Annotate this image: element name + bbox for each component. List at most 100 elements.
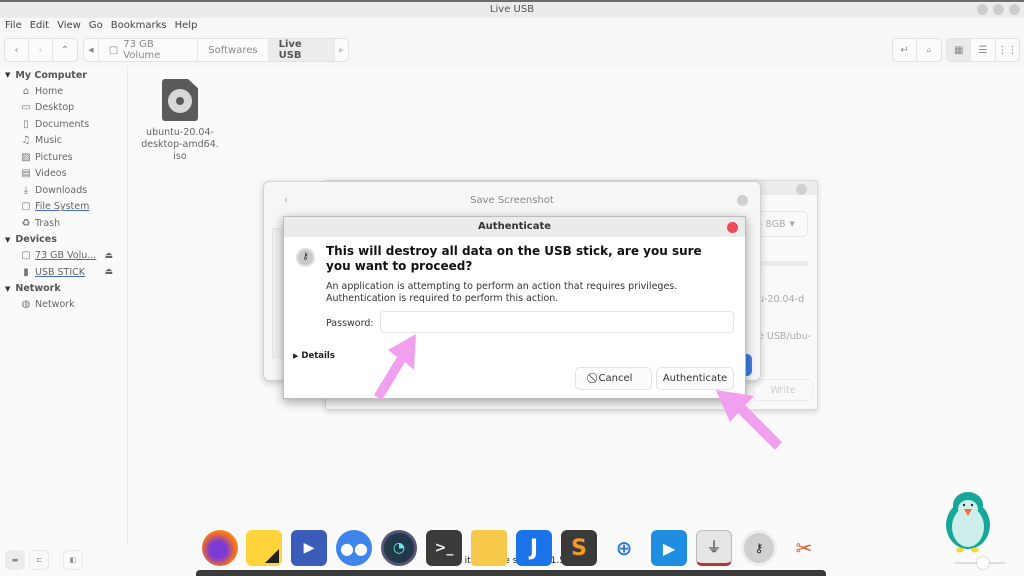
dock-sticky-notes-icon[interactable]: [246, 530, 282, 566]
sidebar-item-pictures[interactable]: ▨ Pictures: [0, 149, 127, 166]
up-button[interactable]: ⌃: [53, 39, 77, 61]
breadcrumb-scroll-left[interactable]: ◀: [84, 39, 99, 61]
file-name-line: ubuntu-20.04-: [146, 127, 214, 138]
dock-speedometer-icon[interactable]: ◔: [381, 530, 417, 566]
sidebar-item-music[interactable]: ♫ Music: [0, 133, 127, 150]
menubar: File Edit View Go Bookmarks Help: [0, 18, 1024, 34]
sidebar-section-my-computer[interactable]: ▼ My Computer: [0, 67, 127, 83]
file-name-line: iso: [173, 151, 187, 162]
tree-icon: ⊏: [36, 556, 42, 564]
folder-icon: ▬: [11, 556, 19, 564]
sidebar-toggle-button[interactable]: ◧: [63, 550, 83, 570]
network-icon: ◍: [21, 299, 31, 311]
dock-sublime-text-icon[interactable]: S: [561, 530, 597, 566]
places-toggle-button[interactable]: ▬: [5, 550, 25, 570]
password-field[interactable]: [380, 311, 734, 333]
back-button[interactable]: ‹: [5, 39, 29, 61]
dock-terminal-icon[interactable]: >_: [426, 530, 462, 566]
sidebar-item-73gb-volume[interactable]: ▢ 73 GB Volu... ⏏: [0, 248, 127, 265]
dialog-title: Authenticate: [477, 221, 552, 232]
menu-view[interactable]: View: [57, 18, 81, 34]
save-screenshot-title: Save Screenshot: [470, 195, 554, 206]
window-close-button[interactable]: [737, 195, 748, 206]
annotation-arrow-authenticate: [716, 390, 782, 450]
dialog-close-button[interactable]: [727, 222, 738, 233]
list-icon: ☰: [978, 44, 988, 56]
minimize-button[interactable]: [977, 4, 988, 15]
compact-view-button[interactable]: ⋮⋮: [996, 39, 1019, 61]
dock-keyring-icon[interactable]: ⚷: [741, 530, 777, 566]
home-icon: ⌂: [22, 85, 30, 97]
dock-media-player-icon[interactable]: ▶: [651, 530, 687, 566]
search-button[interactable]: ⌕: [917, 39, 941, 61]
location-icon: ↵: [900, 44, 909, 56]
sidebar-item-file-system[interactable]: ▢ File System: [0, 199, 127, 216]
documents-icon: ▯: [23, 118, 29, 130]
authenticate-dialog: Authenticate ⚷ This will destroy all dat…: [283, 216, 746, 399]
breadcrumb-scroll-right[interactable]: ▶: [335, 39, 348, 61]
window-close-button[interactable]: [796, 184, 807, 195]
chevron-right-icon: ›: [38, 44, 43, 56]
save-screenshot-header: ‹ Save Screenshot: [264, 182, 760, 220]
menu-edit[interactable]: Edit: [30, 18, 49, 34]
sidebar-item-documents[interactable]: ▯ Documents: [0, 116, 127, 133]
sidebar-item-downloads[interactable]: ⤓ Downloads: [0, 182, 127, 199]
view-mode-group: ▦ ☰ ⋮⋮: [946, 38, 1020, 62]
details-expander[interactable]: ▶ Details: [293, 351, 335, 361]
breadcrumb-item-volume[interactable]: ▢ 73 GB Volume: [99, 39, 199, 61]
close-button[interactable]: [1009, 4, 1020, 15]
menu-go[interactable]: Go: [89, 18, 103, 34]
sidebar-item-usb-stick[interactable]: ▮ USB STICK ⏏: [0, 264, 127, 281]
menu-bookmarks[interactable]: Bookmarks: [111, 18, 167, 34]
dialog-message: An application is attempting to perform …: [326, 281, 678, 304]
tree-toggle-button[interactable]: ⊏: [29, 550, 49, 570]
chevron-left-icon: ‹: [14, 44, 19, 56]
sidebar-item-videos[interactable]: ▤ Videos: [0, 166, 127, 183]
source-path-text: e USB/ubu-: [758, 331, 812, 342]
dock-discord-icon[interactable]: ●●: [336, 530, 372, 566]
zoom-slider[interactable]: [955, 557, 1005, 569]
sidebar-item-home[interactable]: ⌂ Home: [0, 83, 127, 100]
sidebar-item-network[interactable]: ◍ Network: [0, 297, 127, 314]
window-title: Live USB: [489, 4, 535, 15]
sidebar-section-devices[interactable]: ▼ Devices: [0, 232, 127, 248]
eject-icon[interactable]: ⏏: [104, 251, 113, 261]
forward-button[interactable]: ›: [29, 39, 53, 61]
grid-icon: ▦: [953, 44, 964, 56]
sidebar-item-trash[interactable]: ♻ Trash: [0, 215, 127, 232]
dock-joplin-icon[interactable]: J: [516, 530, 552, 566]
back-icon[interactable]: ‹: [284, 182, 288, 220]
videos-icon: ▤: [21, 168, 31, 180]
caret-right-icon: ▶: [338, 46, 345, 54]
file-name-line: desktop-amd64.: [141, 139, 219, 150]
sidebar-item-desktop[interactable]: ▭ Desktop: [0, 100, 127, 117]
breadcrumb-item-softwares[interactable]: Softwares: [198, 39, 269, 61]
window-titlebar: Live USB: [0, 0, 1024, 18]
eject-icon[interactable]: ⏏: [104, 267, 113, 277]
lock-icon: ⚷: [296, 248, 315, 267]
dock-add-app-icon[interactable]: ⊕: [606, 530, 642, 566]
dock-screenshot-tool-icon[interactable]: ✂: [786, 530, 822, 566]
file-item[interactable]: ubuntu-20.04- desktop-amd64. iso: [140, 78, 220, 163]
toggle-location-button[interactable]: ↵: [893, 39, 918, 61]
source-file-text: u-20.04-d: [758, 294, 805, 305]
dock-video-editor-icon[interactable]: ▶: [291, 530, 327, 566]
dock-bar: [196, 570, 826, 576]
panel-icon: ◧: [69, 556, 77, 564]
window-controls: [977, 4, 1020, 15]
sidebar-section-network[interactable]: ▼ Network: [0, 281, 127, 297]
dock-usb-creator-icon[interactable]: ⏚: [696, 530, 732, 566]
icon-view-button[interactable]: ▦: [947, 39, 972, 61]
menu-file[interactable]: File: [5, 18, 22, 34]
expander-icon: ▶: [293, 352, 299, 360]
caret-left-icon: ◀: [88, 46, 94, 54]
maximize-button[interactable]: [993, 4, 1004, 15]
menu-help[interactable]: Help: [175, 18, 198, 34]
zoom-slider-handle[interactable]: [977, 557, 989, 569]
list-view-button[interactable]: ☰: [971, 39, 996, 61]
dock-files-icon[interactable]: [471, 530, 507, 566]
breadcrumb-item-live-usb[interactable]: Live USB: [268, 39, 336, 61]
dock: ▶ ●● ◔ >_ J S ⊕ ▶ ⏚ ⚷ ✂: [196, 528, 826, 576]
cancel-button[interactable]: ⃠Cancel: [575, 367, 652, 390]
dock-firefox-icon[interactable]: [202, 530, 238, 566]
